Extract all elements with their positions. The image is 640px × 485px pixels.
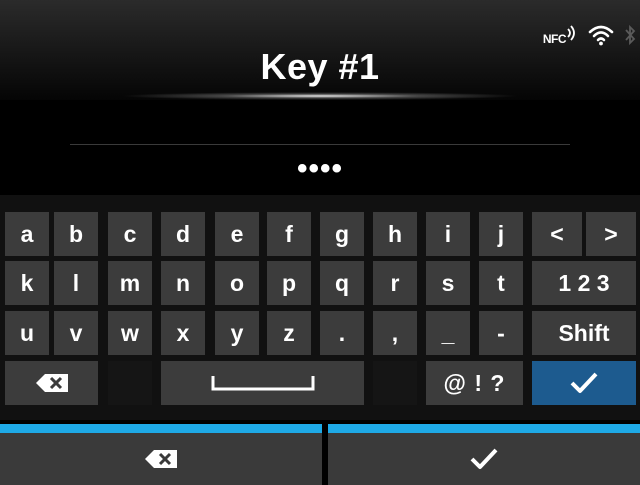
key-blank-right bbox=[373, 361, 417, 405]
on-screen-keyboard: a b c d e f g h i j < > k l m n o p q r … bbox=[0, 195, 640, 420]
key-l[interactable]: l bbox=[54, 261, 98, 305]
screen: Key #1 NFC •••• a b c d e f g h i j < > … bbox=[0, 0, 640, 485]
backspace-icon bbox=[35, 374, 68, 392]
key-symbols[interactable]: @ ! ? bbox=[426, 361, 523, 405]
key-q[interactable]: q bbox=[320, 261, 364, 305]
key-hyphen[interactable]: - bbox=[479, 311, 523, 355]
key-cursor-left[interactable]: < bbox=[532, 212, 582, 256]
key-k[interactable]: k bbox=[5, 261, 49, 305]
nfc-icon: NFC bbox=[543, 24, 578, 46]
space-icon bbox=[211, 376, 314, 391]
key-f[interactable]: f bbox=[267, 212, 311, 256]
key-e[interactable]: e bbox=[215, 212, 259, 256]
key-r[interactable]: r bbox=[373, 261, 417, 305]
check-icon bbox=[570, 372, 598, 393]
backspace-icon bbox=[145, 450, 177, 468]
key-b[interactable]: b bbox=[54, 212, 98, 256]
wifi-icon bbox=[588, 25, 614, 46]
nfc-label: NFC bbox=[542, 32, 567, 46]
key-i[interactable]: i bbox=[426, 212, 470, 256]
key-space[interactable] bbox=[161, 361, 364, 405]
confirm-button[interactable] bbox=[328, 433, 640, 485]
key-t[interactable]: t bbox=[479, 261, 523, 305]
password-input[interactable]: •••• bbox=[0, 100, 640, 195]
key-w[interactable]: w bbox=[108, 311, 152, 355]
key-n[interactable]: n bbox=[161, 261, 205, 305]
input-underline bbox=[70, 144, 570, 145]
key-backspace[interactable] bbox=[5, 361, 98, 405]
key-g[interactable]: g bbox=[320, 212, 364, 256]
key-p[interactable]: p bbox=[267, 261, 311, 305]
key-underscore[interactable]: _ bbox=[426, 311, 470, 355]
key-c[interactable]: c bbox=[108, 212, 152, 256]
key-shift[interactable]: Shift bbox=[532, 311, 636, 355]
key-blank-left bbox=[108, 361, 152, 405]
key-a[interactable]: a bbox=[5, 212, 49, 256]
page-title: Key #1 bbox=[260, 46, 380, 87]
key-o[interactable]: o bbox=[215, 261, 259, 305]
status-icons: NFC bbox=[543, 22, 636, 48]
key-cursor-right[interactable]: > bbox=[586, 212, 636, 256]
nfc-waves-icon bbox=[567, 25, 575, 41]
key-j[interactable]: j bbox=[479, 212, 523, 256]
key-s[interactable]: s bbox=[426, 261, 470, 305]
header: Key #1 NFC bbox=[0, 0, 640, 100]
key-z[interactable]: z bbox=[267, 311, 311, 355]
accent-bar-left bbox=[0, 424, 322, 433]
check-icon bbox=[470, 448, 498, 469]
key-period[interactable]: . bbox=[320, 311, 364, 355]
key-comma[interactable]: , bbox=[373, 311, 417, 355]
key-v[interactable]: v bbox=[54, 311, 98, 355]
accent-bar-right bbox=[328, 424, 640, 433]
key-d[interactable]: d bbox=[161, 212, 205, 256]
header-glow bbox=[120, 92, 520, 100]
key-h[interactable]: h bbox=[373, 212, 417, 256]
key-u[interactable]: u bbox=[5, 311, 49, 355]
key-y[interactable]: y bbox=[215, 311, 259, 355]
key-x[interactable]: x bbox=[161, 311, 205, 355]
bluetooth-icon bbox=[625, 24, 636, 46]
input-value: •••• bbox=[296, 152, 343, 185]
key-enter[interactable] bbox=[532, 361, 636, 405]
key-numeric-mode[interactable]: 1 2 3 bbox=[532, 261, 636, 305]
key-m[interactable]: m bbox=[108, 261, 152, 305]
cancel-button[interactable] bbox=[0, 433, 322, 485]
